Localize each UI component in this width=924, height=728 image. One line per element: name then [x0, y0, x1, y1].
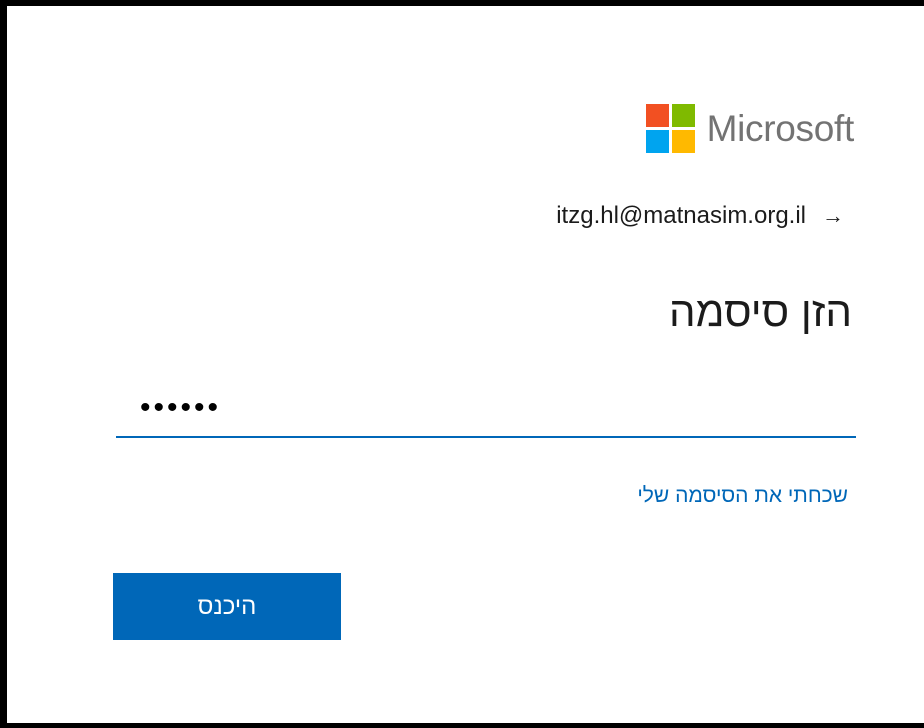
- logo-wordmark: Microsoft: [706, 107, 855, 149]
- microsoft-logo: Microsoft: [645, 104, 855, 153]
- identity-email: itzg.hl@matnasim.org.il: [556, 202, 806, 229]
- signin-window: Microsoft itzg.hl@matnasim.org.il → הזן …: [0, 0, 924, 728]
- forgot-password-link[interactable]: שכחתי את הסיסמה שלי: [637, 484, 848, 508]
- identity-banner[interactable]: itzg.hl@matnasim.org.il →: [556, 202, 844, 230]
- microsoft-logo-icon: [645, 104, 695, 153]
- page-title: הזן סיסמה: [669, 288, 852, 335]
- logo-square-red: [645, 104, 669, 127]
- password-input[interactable]: ••••••: [116, 380, 856, 438]
- password-value: ••••••: [140, 391, 222, 424]
- logo-square-blue: [645, 130, 669, 153]
- logo-square-green: [671, 104, 695, 127]
- signin-button[interactable]: היכנס: [113, 573, 341, 640]
- logo-square-yellow: [671, 130, 695, 153]
- arrow-right-icon: →: [822, 203, 844, 228]
